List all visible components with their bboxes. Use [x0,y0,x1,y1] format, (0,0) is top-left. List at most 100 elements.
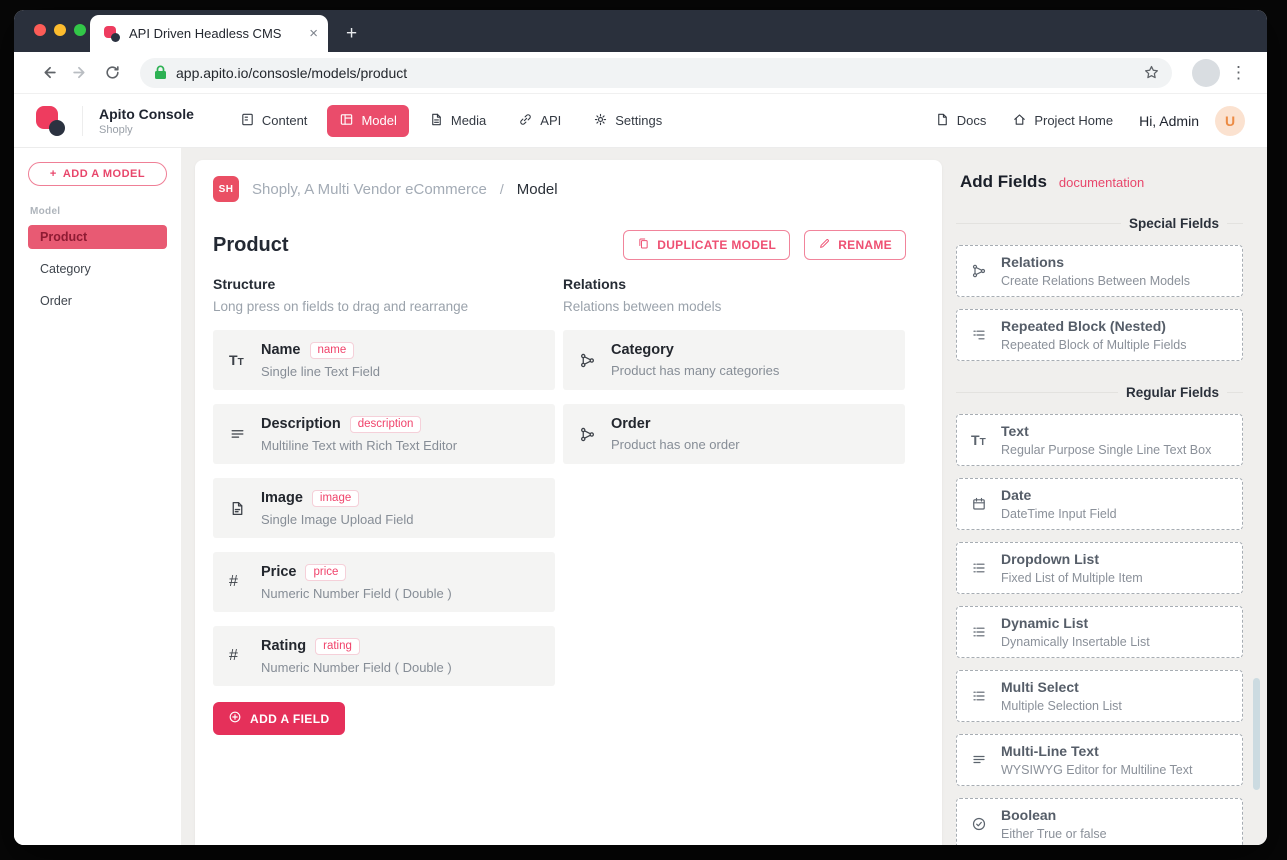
number-icon: # [229,647,261,665]
add-field-type-text[interactable]: TT Text Regular Purpose Single Line Text… [956,414,1243,466]
structure-field-rating[interactable]: # Rating rating Numeric Number Field ( D… [213,626,555,686]
breadcrumb: SH Shoply, A Multi Vendor eCommerce / Mo… [213,176,906,202]
field-type-description: Multiple Selection List [1001,699,1122,713]
add-field-button[interactable]: ADD A FIELD [213,702,345,735]
relation-icon [971,263,1001,279]
sidebar-model-product[interactable]: Product [28,225,167,249]
structure-field-name[interactable]: TT Name name Single line Text Field [213,330,555,390]
project-badge: SH [213,176,239,202]
field-description: Numeric Number Field ( Double ) [261,660,541,675]
new-tab-button[interactable]: + [346,24,357,43]
file-icon [429,112,444,130]
project-home-link[interactable]: Project Home [1012,112,1113,130]
page-title: Product [213,234,289,257]
field-type-title: Boolean [1001,807,1107,823]
tab-close-icon[interactable]: × [309,26,318,41]
copy-icon [637,237,650,253]
field-type-description: Dynamically Insertable List [1001,635,1150,649]
relation-icon [579,426,611,443]
field-name: Rating [261,638,306,654]
relation-name: Order [611,416,651,432]
layout-gap [181,148,195,845]
documentation-link[interactable]: documentation [1059,175,1144,190]
browser-window: API Driven Headless CMS × + app.apito.io… [14,10,1267,845]
add-field-type-dynamic-list[interactable]: Dynamic List Dynamically Insertable List [956,606,1243,658]
field-name: Name [261,342,301,358]
field-id-tag: rating [315,638,360,655]
browser-profile-avatar[interactable] [1192,59,1220,87]
field-id-tag: description [350,416,422,433]
sidebar-model-category[interactable]: Category [28,257,167,281]
forward-button[interactable] [66,59,94,87]
section-divider-regular-fields: Regular Fields [956,385,1243,400]
window-controls [34,24,86,36]
field-type-title: Repeated Block (Nested) [1001,318,1187,334]
maximize-window-button[interactable] [74,24,86,36]
relation-description: Product has one order [611,437,891,452]
number-icon: # [229,573,261,591]
docs-icon [935,112,950,130]
breadcrumb-current: Model [517,181,558,198]
close-window-button[interactable] [34,24,46,36]
relation-description: Product has many categories [611,363,891,378]
grid-icon [339,112,354,130]
image-icon [229,500,261,517]
panel-scrollbar[interactable] [1253,678,1260,790]
relations-list: Category Product has many categories Ord… [563,330,905,464]
list-icon [971,688,1001,704]
reload-button[interactable] [98,59,126,87]
home-icon [1012,112,1027,130]
structure-column: Structure Long press on fields to drag a… [213,276,555,735]
list-icon [971,560,1001,576]
app-name: Apito Console [99,106,194,122]
minimize-window-button[interactable] [54,24,66,36]
nav-media[interactable]: Media [417,105,498,137]
browser-menu-icon[interactable]: ⋮ [1224,63,1253,83]
multiline-icon [971,752,1001,768]
relations-heading: Relations [563,276,905,292]
app-header: Apito Console Shoply Content Model Media… [14,94,1267,148]
user-greeting: Hi, Admin [1139,113,1199,129]
relation-category[interactable]: Category Product has many categories [563,330,905,390]
user-avatar[interactable]: U [1215,106,1245,136]
nav-model[interactable]: Model [327,105,408,137]
add-model-button[interactable]: + ADD A MODEL [28,162,167,186]
breadcrumb-project[interactable]: Shoply, A Multi Vendor eCommerce [252,181,487,198]
nav-content[interactable]: Content [228,105,320,137]
nav-settings[interactable]: Settings [581,105,674,137]
browser-tab[interactable]: API Driven Headless CMS × [90,15,328,52]
bookmark-star-icon[interactable] [1143,64,1160,81]
field-id-tag: name [310,342,355,359]
field-type-title: Dropdown List [1001,551,1143,567]
sidebar-model-order[interactable]: Order [28,289,167,313]
field-type-title: Date [1001,487,1117,503]
rename-button[interactable]: RENAME [804,230,906,260]
nav-api[interactable]: API [506,105,573,137]
structure-field-image[interactable]: Image image Single Image Upload Field [213,478,555,538]
add-field-type-multi-select[interactable]: Multi Select Multiple Selection List [956,670,1243,722]
structure-field-price[interactable]: # Price price Numeric Number Field ( Dou… [213,552,555,612]
relation-order[interactable]: Order Product has one order [563,404,905,464]
add-field-type-dropdown-list[interactable]: Dropdown List Fixed List of Multiple Ite… [956,542,1243,594]
breadcrumb-separator: / [500,181,504,197]
add-field-type-relations[interactable]: Relations Create Relations Between Model… [956,245,1243,297]
structure-hint: Long press on fields to drag and rearran… [213,299,555,314]
add-field-type-date[interactable]: Date DateTime Input Field [956,478,1243,530]
api-icon [518,112,533,130]
field-name: Description [261,416,341,432]
add-field-type-multi-line-text[interactable]: Multi-Line Text WYSIWYG Editor for Multi… [956,734,1243,786]
field-type-description: Create Relations Between Models [1001,274,1190,288]
address-bar[interactable]: app.apito.io/consosle/models/product [140,58,1172,88]
field-type-title: Text [1001,423,1211,439]
add-field-type-boolean[interactable]: Boolean Either True or false [956,798,1243,845]
back-button[interactable] [34,59,62,87]
edit-icon [818,237,831,253]
docs-link[interactable]: Docs [935,112,987,130]
field-type-description: Repeated Block of Multiple Fields [1001,338,1187,352]
duplicate-model-button[interactable]: DUPLICATE MODEL [623,230,790,260]
title-row: Product DUPLICATE MODEL RENAME [213,230,906,260]
field-id-tag: price [305,564,346,581]
add-field-type-repeated-block-nested[interactable]: Repeated Block (Nested) Repeated Block o… [956,309,1243,361]
section-divider-special-fields: Special Fields [956,216,1243,231]
structure-field-description[interactable]: Description description Multiline Text w… [213,404,555,464]
